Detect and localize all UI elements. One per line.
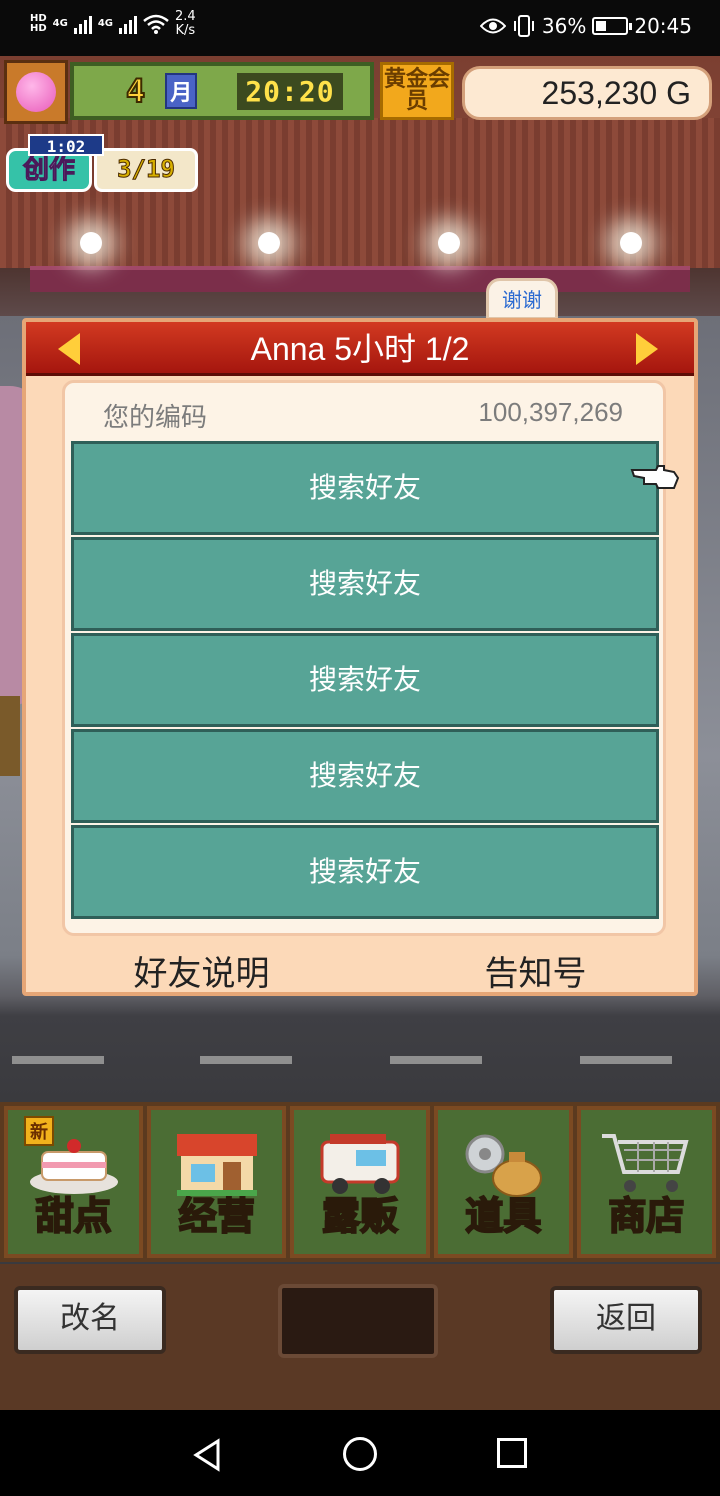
road-marking	[200, 1056, 292, 1064]
food-truck-icon	[320, 1134, 400, 1194]
month-unit: 月	[165, 73, 198, 109]
center-slot	[278, 1284, 438, 1358]
tree-trunk	[0, 696, 20, 776]
shop-valance	[30, 266, 690, 292]
right-arrow-icon[interactable]	[636, 333, 658, 365]
shop-icon	[176, 1134, 257, 1196]
lamp-light	[438, 232, 460, 254]
hd-indicators: HD HD	[30, 14, 47, 34]
battery-icon	[592, 17, 633, 35]
status-bar: HD HD 4G 4G 2.4 K/s 36% 20:45	[0, 0, 720, 56]
speed-value: 2.4	[175, 9, 196, 24]
hd-label-2: HD	[30, 23, 47, 34]
main-menu-bar: 新 甜点 经营 露贩 道具 商店	[0, 1102, 720, 1262]
left-arrow-icon[interactable]	[58, 333, 80, 365]
nav-home-icon[interactable]	[343, 1437, 377, 1471]
lamp-light	[80, 232, 102, 254]
create-timer: 1:02	[28, 134, 104, 156]
network-type-1: 4G	[52, 18, 68, 29]
speed-unit: K/s	[175, 23, 196, 38]
search-friend-button[interactable]: 搜索好友	[71, 825, 659, 919]
rename-button[interactable]: 改名	[14, 1286, 166, 1354]
game-clock: 20:20	[237, 72, 343, 110]
bottom-panel: 改名 返回	[0, 1264, 720, 1410]
navigation-bar	[0, 1410, 720, 1496]
menu-food-truck[interactable]: 露贩	[290, 1106, 430, 1258]
cake-icon	[29, 1139, 118, 1194]
pointing-hand-icon	[630, 465, 680, 489]
network-type-2: 4G	[97, 18, 114, 29]
code-label: 您的编码	[103, 402, 208, 432]
shopping-cart-icon	[602, 1134, 690, 1192]
battery-percent: 36%	[541, 14, 587, 38]
money-display: 253,230 G	[462, 66, 712, 120]
back-button[interactable]: 返回	[550, 1286, 702, 1354]
search-friend-button[interactable]: 搜索好友	[71, 441, 659, 535]
road-marking	[580, 1056, 672, 1064]
menu-items[interactable]: 道具	[433, 1106, 573, 1258]
menu-store[interactable]: 商店	[576, 1106, 717, 1258]
date-panel: 4 月 20:20	[70, 62, 374, 120]
code-value: 100,397,269	[478, 397, 623, 427]
shop-avatar[interactable]	[4, 60, 68, 124]
status-right: 36% 20:45	[479, 14, 692, 38]
eye-icon	[479, 18, 506, 34]
code-row: 您的编码 100,397,269	[103, 397, 623, 435]
menu-manage[interactable]: 经营	[147, 1106, 287, 1258]
road-marking	[390, 1056, 482, 1064]
vibrate-icon	[513, 15, 534, 37]
friend-slot-list: 搜索好友 搜索好友 搜索好友 搜索好友 搜索好友	[71, 441, 659, 921]
dialog-footer: 好友说明 告知号	[26, 942, 694, 994]
nav-recent-icon[interactable]	[497, 1438, 527, 1468]
friends-dialog: Anna 5小时 1/2 您的编码 100,397,269 搜索好友 搜索好友 …	[22, 318, 698, 996]
menu-dessert[interactable]: 新 甜点	[4, 1106, 144, 1258]
dialog-title: Anna 5小时 1/2	[250, 331, 470, 367]
lamp-light	[620, 232, 642, 254]
dialog-header: Anna 5小时 1/2	[26, 322, 694, 376]
signal-icon	[73, 14, 92, 34]
month-number: 4	[125, 71, 146, 111]
signal-icon-2	[119, 14, 138, 34]
friend-help-button[interactable]: 好友说明	[118, 942, 286, 994]
tools-bag-icon	[465, 1134, 543, 1197]
create-count: 3/19	[94, 148, 198, 192]
create-panel[interactable]: 创作 3/19 1:02	[6, 134, 198, 194]
gold-member-badge[interactable]: 黄金会员	[380, 62, 454, 120]
tree-avatar-icon	[16, 72, 56, 112]
search-friend-button[interactable]: 搜索好友	[71, 633, 659, 727]
status-left: HD HD 4G 4G 2.4 K/s	[30, 10, 196, 38]
search-friend-button[interactable]: 搜索好友	[71, 729, 659, 823]
network-speed: 2.4 K/s	[175, 10, 196, 38]
nav-back-icon[interactable]	[190, 1438, 224, 1472]
road-marking	[12, 1056, 104, 1064]
clock-time: 20:45	[634, 14, 692, 38]
thanks-tab[interactable]: 谢谢	[486, 278, 558, 320]
lamp-light	[258, 232, 280, 254]
search-friend-button[interactable]: 搜索好友	[71, 537, 659, 631]
wifi-icon	[143, 14, 169, 34]
notice-number-button[interactable]: 告知号	[469, 942, 603, 994]
dialog-body: 您的编码 100,397,269 搜索好友 搜索好友 搜索好友 搜索好友 搜索好…	[62, 380, 666, 936]
